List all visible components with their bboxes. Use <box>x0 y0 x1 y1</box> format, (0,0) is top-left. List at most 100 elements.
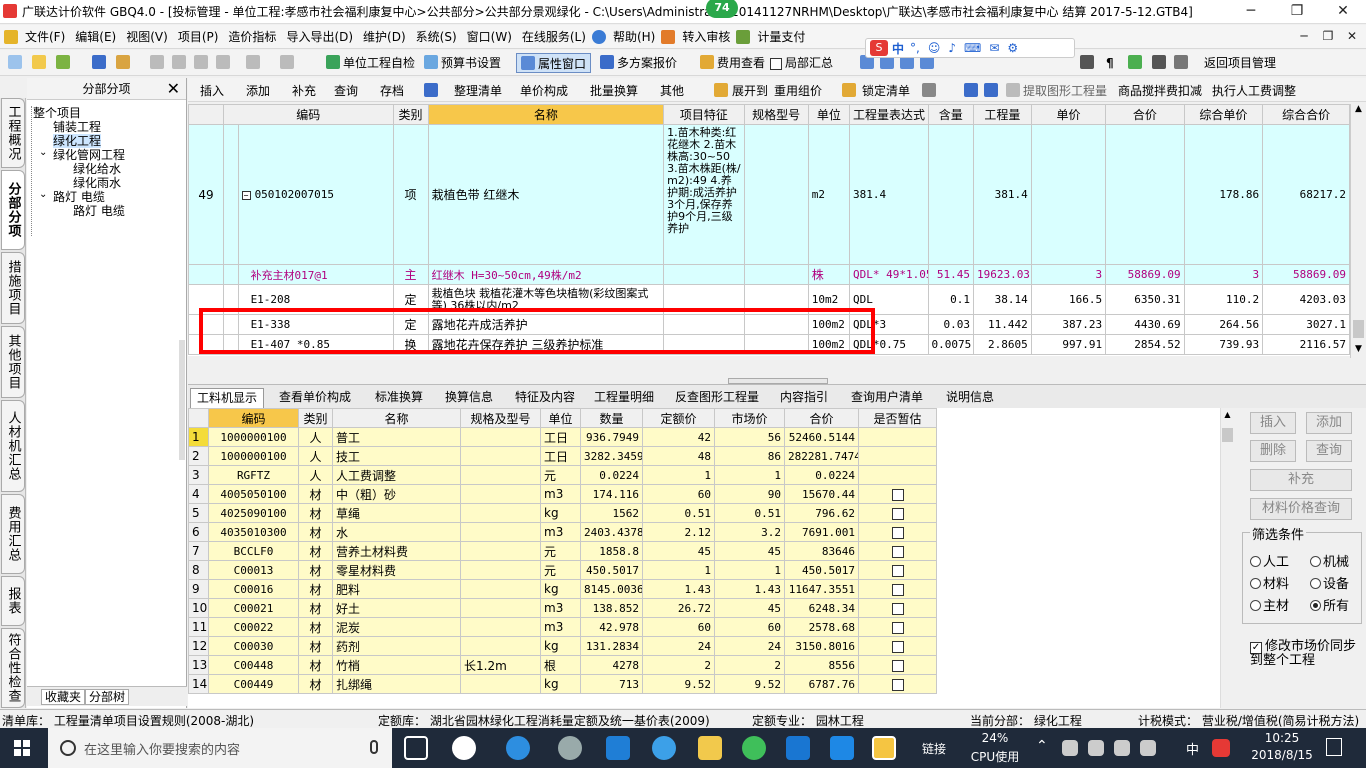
other-dropdown[interactable]: 其他 <box>660 81 684 101</box>
menu-cost-index[interactable]: 造价指标 <box>224 28 280 45</box>
resource-row[interactable]: 1 1000000100 人普工 工日 936.7949 42 56 52460.5144 <box>188 427 937 447</box>
ime-settings-icon[interactable]: ⚙ <box>1007 41 1018 55</box>
menu-view[interactable]: 视图(V) <box>122 28 172 45</box>
provisional-checkbox[interactable] <box>891 583 904 596</box>
battery-icon[interactable] <box>1140 740 1156 756</box>
glodon-g-icon[interactable] <box>786 736 810 760</box>
redo-icon[interactable] <box>280 55 294 69</box>
resource-row[interactable]: 4 4005050100 材中（粗）砂 m3 174.116 60 90 15670.44 <box>188 484 937 504</box>
tab-other-items[interactable]: 其他项目 <box>1 326 25 398</box>
tree-item-street-light-cable[interactable]: 路灯 电缆 <box>73 204 125 218</box>
col-quantity[interactable]: 工程量 <box>972 104 1032 125</box>
tab-content-guide[interactable]: 内容指引 <box>776 388 832 408</box>
resource-provisional[interactable] <box>858 427 937 447</box>
sogou-tray-icon[interactable] <box>1212 739 1230 757</box>
col-expression[interactable]: 工程量表达式 <box>849 104 929 125</box>
add-button[interactable]: 添加 <box>1306 412 1352 434</box>
organize-list-dropdown[interactable]: 整理清单 <box>454 81 502 101</box>
col-composite-total[interactable]: 综合合价 <box>1262 104 1350 125</box>
col-total[interactable]: 合价 <box>1105 104 1185 125</box>
tree-splitter[interactable] <box>179 340 185 460</box>
menu-file[interactable]: 文件(F) <box>21 28 69 45</box>
menu-edit[interactable]: 编辑(E) <box>71 28 120 45</box>
report-icon[interactable] <box>1174 55 1188 69</box>
copy-icon[interactable] <box>172 55 186 69</box>
open-icon[interactable] <box>32 55 46 69</box>
network-icon[interactable] <box>1062 740 1078 756</box>
resource-row[interactable]: 3 RGFTZ 人人工费调整元 0.0224 1 1 0.0224 <box>188 465 937 485</box>
paragraph-icon[interactable]: ¶ <box>1106 53 1114 73</box>
ie-blue-icon[interactable] <box>652 736 676 760</box>
menu-review[interactable]: 转入审核 <box>678 28 734 45</box>
tab-subdivision[interactable]: 分部分项 <box>1 170 25 250</box>
menu-project[interactable]: 项目(P) <box>174 28 223 45</box>
tree-item-water-supply[interactable]: 绿化给水 <box>73 162 121 176</box>
resource-provisional[interactable] <box>858 446 937 466</box>
tab-features-content[interactable]: 特征及内容 <box>506 388 584 408</box>
ime-indicator[interactable]: 中 <box>1186 739 1199 758</box>
col-unit[interactable]: 单位 <box>807 104 851 125</box>
ime-skin-icon[interactable]: ✉ <box>989 41 999 55</box>
resource-provisional[interactable] <box>858 465 937 485</box>
col-spec[interactable]: 规格型号 <box>743 104 809 125</box>
microphone-icon[interactable] <box>370 740 378 754</box>
col-total[interactable]: 合价 <box>784 408 859 428</box>
filter-material-radio[interactable]: 材料 <box>1250 573 1289 592</box>
self-check-button[interactable]: 单位工程自检 <box>326 53 415 73</box>
restore-button[interactable]: ❐ <box>1274 0 1320 24</box>
resource-row[interactable]: 13 C00448 材竹梢 长1.2m 根 4278 2 2 8556 <box>188 655 937 675</box>
tree-item-paving[interactable]: 铺装工程 <box>53 120 101 134</box>
provisional-checkbox[interactable] <box>891 602 904 615</box>
supplement-dropdown[interactable]: 补充 <box>292 81 316 101</box>
notification-badge[interactable]: 74 <box>706 0 738 18</box>
collapse-icon[interactable]: − <box>241 190 251 200</box>
tree-item-street-light[interactable]: 路灯 电缆 <box>53 190 105 204</box>
query-button[interactable]: 查询 <box>1306 440 1352 462</box>
scroll-thumb[interactable] <box>1353 320 1364 338</box>
col-unit[interactable]: 单位 <box>540 408 581 428</box>
move-up-icon[interactable] <box>964 83 978 97</box>
resource-row[interactable]: 2 1000000100 人技工 工日 3282.3459 48 86 282281.7474 <box>188 446 937 466</box>
labor-adjust-button[interactable]: 执行人工费调整 <box>1212 81 1296 101</box>
scroll-up-icon[interactable]: ▲ <box>1352 104 1365 116</box>
provisional-checkbox[interactable] <box>891 621 904 634</box>
resource-provisional[interactable] <box>858 522 937 542</box>
delete-icon[interactable] <box>216 55 230 69</box>
resource-row[interactable]: 11 C00022 材泥炭 m3 42.978 60 60 2578.68 <box>188 617 937 637</box>
binoculars-icon[interactable] <box>424 83 438 97</box>
paste-icon[interactable] <box>194 55 208 69</box>
glodon-plus-icon[interactable] <box>830 736 854 760</box>
resource-row[interactable]: 8 C00013 材零星材料费元 450.5017 1 1 450.5017 <box>188 560 937 580</box>
list-scrollbar[interactable]: ▲ ▼ <box>1350 104 1366 358</box>
col-name[interactable]: 名称 <box>427 104 665 125</box>
ime-punct-icon[interactable]: °, <box>910 41 920 55</box>
col-provisional[interactable]: 是否暂估 <box>858 408 937 428</box>
col-type[interactable]: 类别 <box>298 408 333 428</box>
col-content[interactable]: 含量 <box>927 104 974 125</box>
tab-unit-price-composition[interactable]: 查看单价构成 <box>270 388 360 408</box>
menu-help[interactable]: 帮助(H) <box>609 28 659 45</box>
provisional-checkbox[interactable] <box>891 507 904 520</box>
archive-dropdown[interactable]: 存档 <box>380 81 404 101</box>
insert-button[interactable]: 插入 <box>1250 412 1296 434</box>
resource-row[interactable]: 14 C00449 材扎绑绳 kg 713 9.52 9.52 6787.76 <box>188 674 937 694</box>
360-browser-icon[interactable] <box>742 736 766 760</box>
taskbar-search[interactable]: 在这里输入你要搜索的内容 <box>48 728 392 768</box>
col-name[interactable]: 名称 <box>332 408 461 428</box>
tree-item-rainwater[interactable]: 绿化雨水 <box>73 176 121 190</box>
menu-import-export[interactable]: 导入导出(D) <box>282 28 357 45</box>
tree-item-pipe-network[interactable]: 绿化管网工程 <box>53 148 125 162</box>
col-quota-price[interactable]: 定额价 <box>642 408 715 428</box>
tree-item-greening[interactable]: 绿化工程 <box>53 134 102 148</box>
tab-reports[interactable]: 报表 <box>1 576 25 626</box>
provisional-checkbox[interactable] <box>891 545 904 558</box>
partial-summary-checkbox[interactable] <box>770 57 782 70</box>
provisional-checkbox[interactable] <box>891 488 904 501</box>
filter-main-material-radio[interactable]: 主材 <box>1250 595 1289 614</box>
task-view-icon[interactable] <box>404 736 428 760</box>
gbq-active-icon[interactable] <box>872 736 896 760</box>
resource-provisional[interactable] <box>858 579 937 599</box>
partial-summary-toggle[interactable]: 局部汇总 <box>770 53 833 73</box>
clock-date[interactable]: 2018/8/15 <box>1246 748 1318 762</box>
new-icon[interactable] <box>8 55 22 69</box>
